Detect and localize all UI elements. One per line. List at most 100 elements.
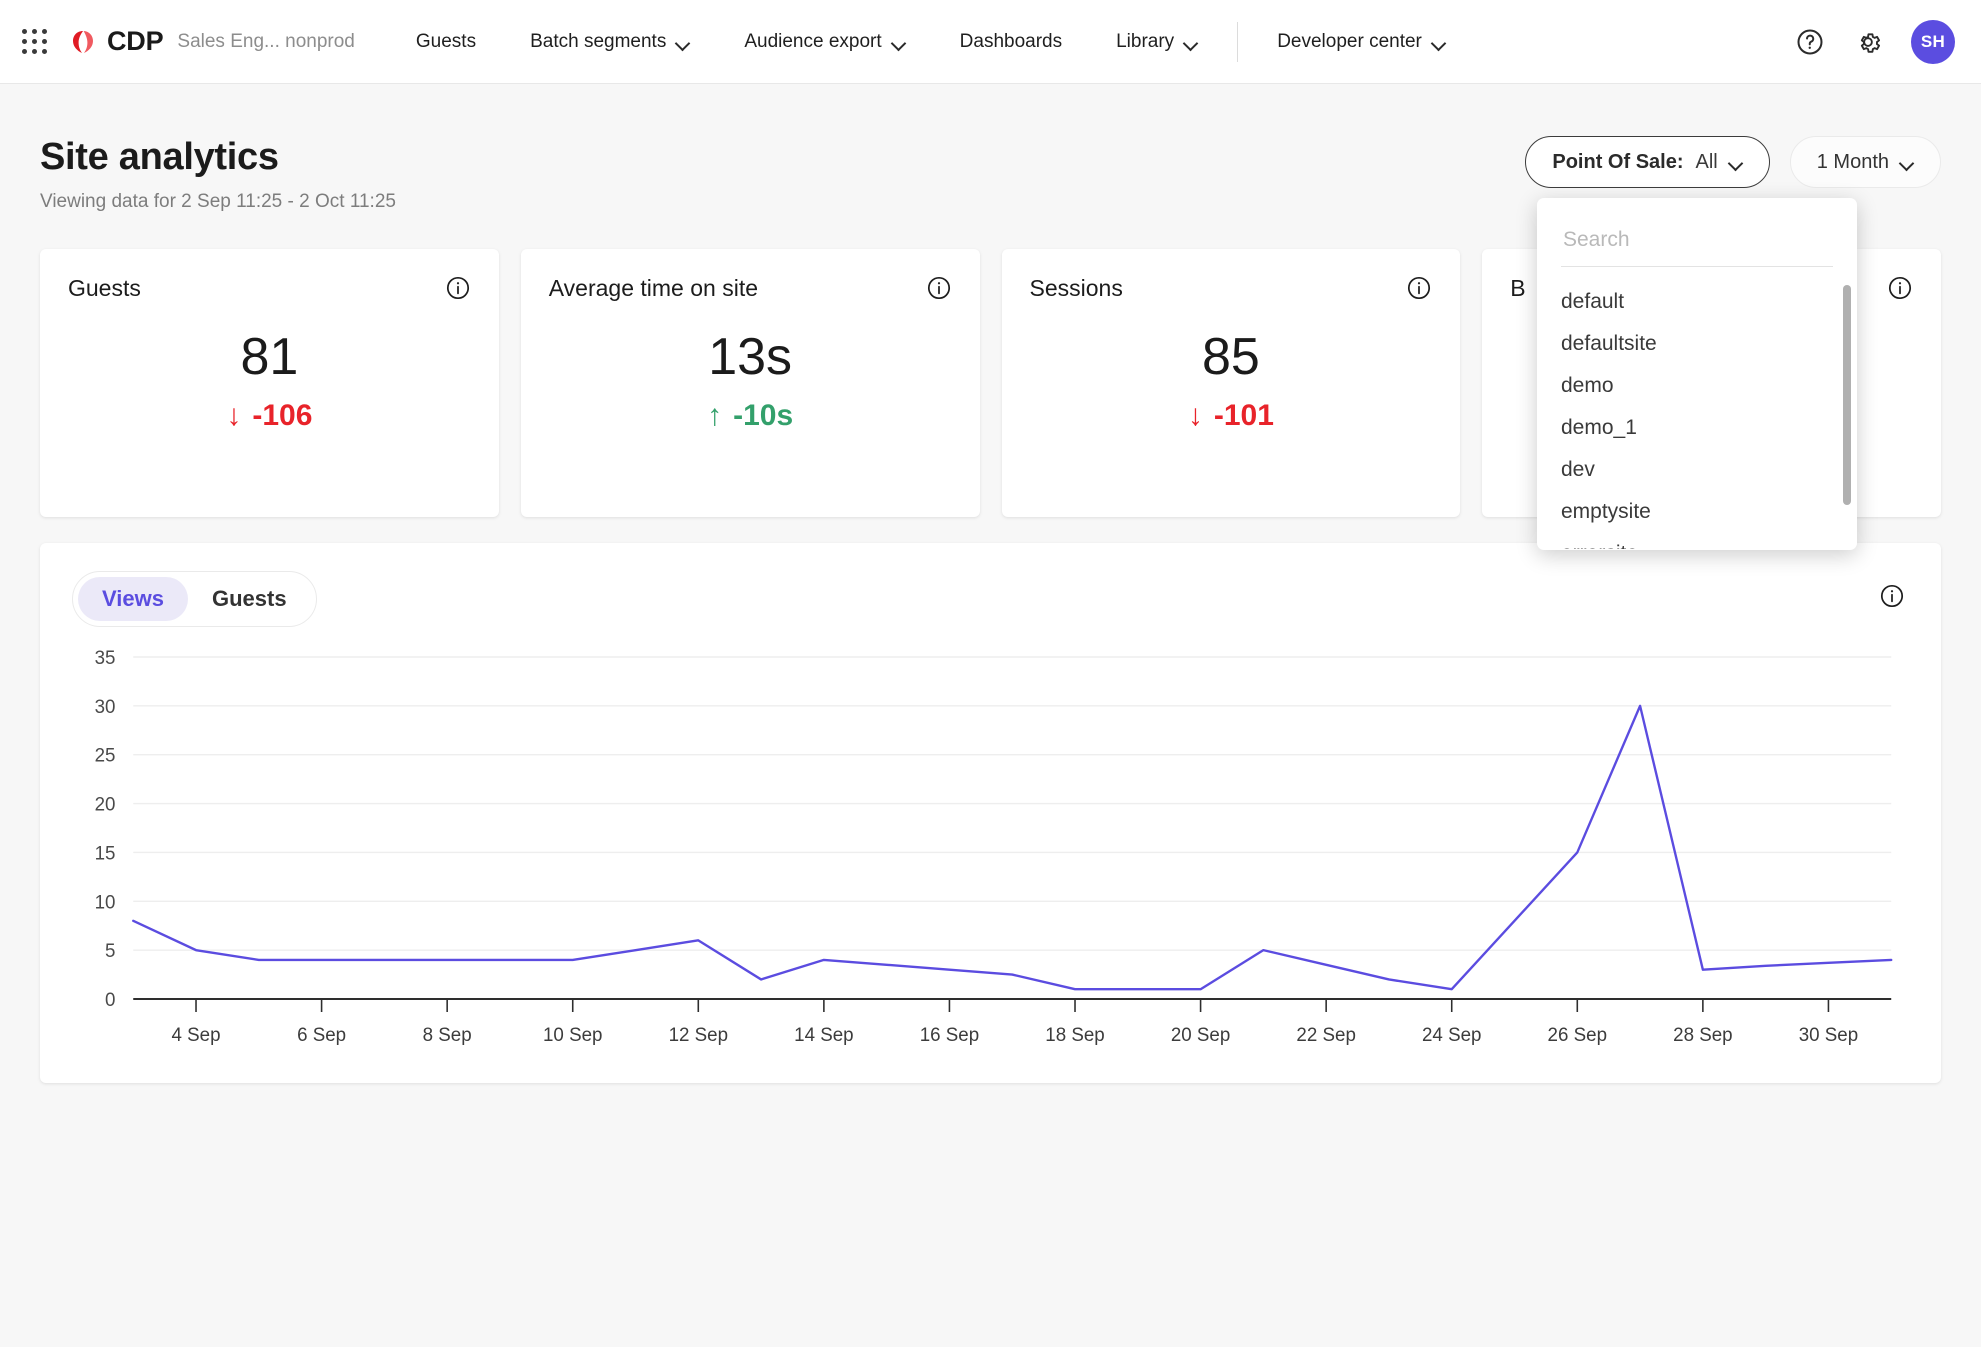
avatar[interactable]: SH (1911, 19, 1955, 64)
svg-text:6 Sep: 6 Sep (297, 1025, 346, 1046)
chart-metric-toggle: Views Guests (72, 571, 317, 627)
nav-item-label: Developer center (1277, 30, 1422, 52)
chevron-down-icon (677, 38, 690, 46)
metric-card-title: Guests (68, 275, 141, 301)
page-content: Site analytics Viewing data for 2 Sep 11… (0, 84, 1981, 1083)
metric-card-sessions: Sessions 85 ↓ -101 (1001, 249, 1461, 517)
nav-item-batch-segments[interactable]: Batch segments (503, 0, 717, 84)
arrow-down-icon: ↓ (226, 399, 242, 432)
metric-card-delta-value: -101 (1213, 399, 1274, 432)
svg-text:4 Sep: 4 Sep (172, 1025, 221, 1046)
page-header: Site analytics Viewing data for 2 Sep 11… (40, 136, 1941, 550)
main-nav-links: Guests Batch segments Audience export Da… (389, 0, 1473, 84)
gear-icon[interactable] (1853, 27, 1883, 57)
nav-item-label: Audience export (744, 30, 882, 52)
info-circle-icon[interactable] (445, 275, 471, 301)
chevron-down-icon (1730, 158, 1743, 166)
chevron-down-icon (1901, 158, 1914, 166)
views-line-chart: 0 5 10 15 20 25 30 35 4 Sep 6 Sep 8 Sep 10 Sep 12 Se… (72, 647, 1909, 1057)
point-of-sale-filter-label: Point Of Sale: (1552, 150, 1684, 173)
page-title: Site analytics (40, 136, 279, 178)
date-range-subtitle: Viewing data for 2 Sep 11:25 - 2 Oct 11:… (40, 191, 396, 212)
metric-card-delta-value: -106 (252, 399, 313, 432)
svg-text:5: 5 (105, 941, 115, 962)
info-circle-icon[interactable] (1887, 275, 1913, 301)
nav-right-actions: SH (1795, 19, 1955, 64)
chevron-down-icon (1185, 38, 1198, 46)
point-of-sale-filter-button[interactable]: Point Of Sale: All (1525, 136, 1770, 188)
point-of-sale-search-input[interactable] (1561, 224, 1833, 267)
top-navigation-bar: CDP Sales Eng... nonprod Guests Batch se… (0, 0, 1981, 84)
dropdown-option[interactable]: defaultsite (1537, 323, 1857, 365)
point-of-sale-filter-value: All (1695, 150, 1718, 173)
nav-divider (1237, 21, 1239, 62)
metric-card-body: 85 ↓ -101 (1002, 327, 1461, 433)
nav-item-dashboards[interactable]: Dashboards (933, 0, 1089, 84)
svg-text:28 Sep: 28 Sep (1673, 1025, 1732, 1046)
info-circle-icon[interactable] (1879, 583, 1905, 609)
svg-text:14 Sep: 14 Sep (794, 1025, 853, 1046)
metric-card-guests: Guests 81 ↓ -106 (40, 249, 499, 517)
nav-item-label: Dashboards (959, 30, 1063, 52)
help-circle-icon[interactable] (1795, 27, 1825, 57)
point-of-sale-option-list[interactable]: default defaultsite demo demo_1 dev empt… (1537, 281, 1857, 549)
svg-text:22 Sep: 22 Sep (1296, 1025, 1355, 1046)
time-range-value: 1 Month (1816, 150, 1889, 173)
arrow-down-icon: ↓ (1187, 399, 1203, 432)
metric-card-value: 85 (1201, 328, 1260, 386)
metric-card-title: Sessions (1029, 275, 1123, 301)
svg-text:16 Sep: 16 Sep (920, 1025, 979, 1046)
metric-card-body: 13s ↑ -10s (521, 327, 980, 433)
point-of-sale-dropdown: default defaultsite demo demo_1 dev empt… (1537, 198, 1857, 550)
tab-views[interactable]: Views (78, 577, 188, 621)
info-circle-icon[interactable] (926, 275, 952, 301)
grid-apps-icon[interactable] (22, 28, 48, 55)
metric-card-body: 81 ↓ -106 (40, 327, 499, 433)
svg-text:0: 0 (105, 990, 115, 1011)
chevron-down-icon (1433, 38, 1446, 46)
metric-card-value: 13s (708, 328, 793, 386)
svg-text:30: 30 (95, 697, 116, 718)
dropdown-option[interactable]: demo (1537, 365, 1857, 407)
metric-card-delta-value: -10s (733, 399, 794, 432)
dropdown-scrollbar[interactable] (1843, 285, 1851, 505)
tab-guests[interactable]: Guests (188, 577, 311, 621)
dropdown-option[interactable]: default (1537, 281, 1857, 323)
nav-item-developer-center[interactable]: Developer center (1250, 0, 1473, 84)
svg-text:8 Sep: 8 Sep (423, 1025, 472, 1046)
metric-card-delta: ↓ -101 (1188, 399, 1274, 433)
metric-card-delta: ↓ -106 (226, 399, 312, 433)
svg-text:15: 15 (95, 843, 116, 864)
svg-text:24 Sep: 24 Sep (1422, 1025, 1481, 1046)
metric-card-delta: ↑ -10s (707, 399, 793, 433)
metric-card-title: Average time on site (548, 275, 758, 301)
dropdown-option[interactable]: dev (1537, 449, 1857, 491)
nav-item-guests[interactable]: Guests (389, 0, 503, 84)
nav-item-label: Batch segments (530, 30, 667, 52)
svg-text:26 Sep: 26 Sep (1548, 1025, 1607, 1046)
avatar-initials: SH (1920, 31, 1946, 51)
svg-text:35: 35 (95, 648, 116, 669)
svg-text:10: 10 (95, 892, 116, 913)
header-controls: Point Of Sale: All 1 Month default defau… (1525, 136, 1941, 550)
dropdown-option[interactable]: errorsite (1537, 533, 1857, 549)
svg-text:20: 20 (95, 794, 116, 815)
dropdown-option[interactable]: emptysite (1537, 491, 1857, 533)
svg-text:25: 25 (95, 746, 116, 767)
dropdown-option[interactable]: demo_1 (1537, 407, 1857, 449)
cdp-logo-icon (68, 27, 98, 57)
chevron-down-icon (893, 38, 906, 46)
info-circle-icon[interactable] (1406, 275, 1432, 301)
nav-item-library[interactable]: Library (1089, 0, 1225, 84)
chart-panel: Views Guests 0 5 10 15 20 25 30 35 4 Sep 6 Sep 8 S… (40, 543, 1941, 1083)
svg-text:10 Sep: 10 Sep (543, 1025, 602, 1046)
nav-item-label: Library (1116, 30, 1175, 52)
time-range-button[interactable]: 1 Month (1789, 136, 1941, 188)
metric-card-value: 81 (240, 328, 299, 386)
svg-text:30 Sep: 30 Sep (1799, 1025, 1858, 1046)
tenant-name: Sales Eng... nonprod (177, 30, 355, 52)
arrow-up-icon: ↑ (707, 399, 723, 432)
brand-logo[interactable]: CDP (68, 26, 164, 57)
nav-item-audience-export[interactable]: Audience export (717, 0, 932, 84)
brand-name: CDP (107, 26, 164, 56)
